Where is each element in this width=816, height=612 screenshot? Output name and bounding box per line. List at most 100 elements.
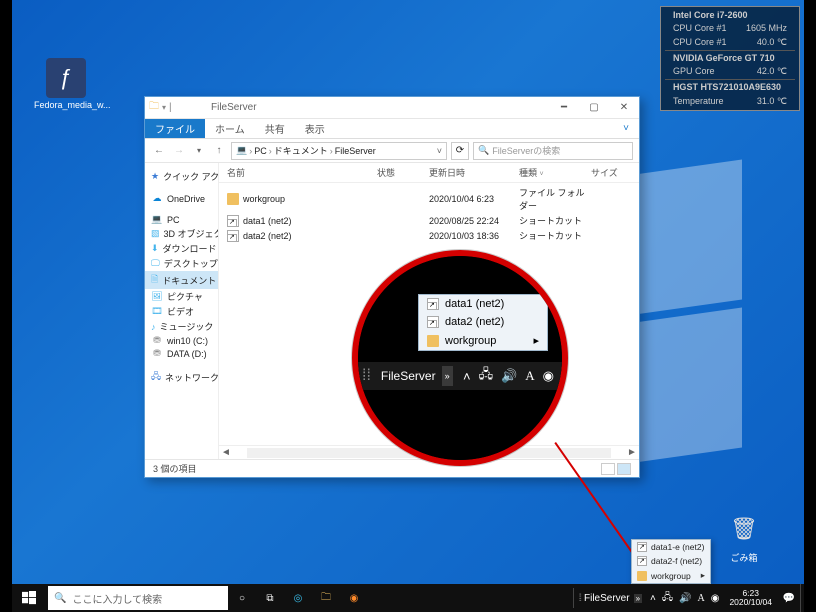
trash-icon: 🗑	[724, 509, 764, 549]
window-title: FileServer	[205, 102, 549, 113]
nav-drive-c[interactable]: ⛃win10 (C:)	[145, 334, 218, 347]
folder-icon: 🗀	[149, 99, 159, 116]
tab-view[interactable]: 表示	[295, 119, 335, 138]
ime-mode-icon[interactable]: ◉	[711, 593, 720, 604]
shortcut-icon	[427, 298, 439, 310]
search-icon: 🔍	[478, 145, 489, 156]
breadcrumb[interactable]: 💻 › PC› ドキュメント› FileServer ˅	[231, 142, 447, 160]
nav-drive-d[interactable]: ⛃DATA (D:)	[145, 347, 218, 360]
nav-network[interactable]: 🖧 ネットワーク	[145, 368, 218, 386]
taskbar-app-edge[interactable]: ◎	[284, 584, 312, 612]
view-icons-button[interactable]	[617, 463, 631, 475]
pc-icon: 💻	[151, 214, 163, 225]
zoom-taskbar-area: ⁞⁞ FileServer » ˄ 🖧 🔊 A ◉	[358, 362, 562, 390]
pc-icon: 💻	[236, 145, 247, 156]
nav-pane: ★ クイック アクセス ☁ OneDrive 💻 PC ▧3D オブジェクト ⬇…	[145, 163, 219, 459]
qat-dropdown-icon[interactable]: ▾	[162, 103, 166, 112]
nav-3d-objects[interactable]: ▧3D オブジェクト	[145, 226, 218, 241]
volume-icon[interactable]: 🔊	[679, 593, 691, 604]
table-row[interactable]: workgroup 2020/10/04 6:23 ファイル フォルダー	[219, 185, 639, 213]
cortana-button[interactable]: ○	[228, 584, 256, 612]
column-headers[interactable]: 名前 状態 更新日時 種類 ˅ サイズ	[219, 163, 639, 183]
toolbar-expand-icon[interactable]: »	[634, 594, 642, 603]
nav-pictures[interactable]: 🖼ピクチャ	[145, 289, 218, 304]
minimize-button[interactable]: ━	[549, 97, 579, 119]
tray-expand-icon[interactable]: ˄	[463, 369, 471, 384]
desktop-icon-trash[interactable]: 🗑 ごみ箱	[712, 509, 776, 564]
shortcut-icon	[427, 316, 439, 328]
refresh-button[interactable]: ⟳	[451, 142, 469, 160]
nav-quick-access[interactable]: ★ クイック アクセス	[145, 169, 218, 184]
maximize-button[interactable]: ▢	[579, 97, 609, 119]
tab-file[interactable]: ファイル	[145, 119, 205, 138]
nav-documents[interactable]: 🗎ドキュメント	[145, 271, 218, 289]
zoom-jumplist: data1 (net2) data2 (net2) workgroup▸	[418, 294, 548, 351]
taskbar: 🔍 ここに入力して検索 ○ ⧉ ◎ 🗀 ◉ ⁞⁞ FileServer » ˄ …	[12, 584, 804, 612]
taskbar-app-explorer[interactable]: 🗀	[312, 584, 340, 612]
address-bar-row: ← → ▾ ↑ 💻 › PC› ドキュメント› FileServer ˅ ⟳ 🔍…	[145, 139, 639, 163]
zoom-item-data2[interactable]: data2 (net2)	[419, 313, 547, 331]
hw-monitor-overlay: Intel Core i7-2600 CPU Core #11605 MHz C…	[660, 6, 800, 111]
nav-back-button[interactable]: ←	[151, 143, 167, 159]
toolbar-grip[interactable]: ⁞⁞	[358, 367, 375, 385]
nav-recent-icon[interactable]: ▾	[191, 143, 207, 159]
volume-icon[interactable]: 🔊	[501, 368, 517, 384]
nav-up-button[interactable]: ↑	[211, 143, 227, 159]
zoom-item-workgroup[interactable]: workgroup▸	[419, 331, 547, 350]
search-icon: 🔍	[54, 593, 66, 604]
tray-expand-icon[interactable]: ˄	[650, 593, 656, 604]
desktop[interactable]: Intel Core i7-2600 CPU Core #11605 MHz C…	[12, 0, 804, 612]
star-icon: ★	[151, 171, 159, 182]
nav-music[interactable]: ♪ミュージック	[145, 319, 218, 334]
folder-icon	[637, 571, 647, 581]
view-details-button[interactable]	[601, 463, 615, 475]
toolbar-expand-icon[interactable]: »	[442, 366, 453, 386]
table-row[interactable]: data2 (net2) 2020/10/03 18:36 ショートカット	[219, 228, 639, 243]
table-row[interactable]: data1 (net2) 2020/08/25 22:24 ショートカット	[219, 213, 639, 228]
submenu-arrow-icon: ▸	[701, 570, 705, 581]
network-icon: 🖧	[151, 369, 161, 385]
search-input[interactable]: 🔍 FileServerの検索	[473, 142, 633, 160]
task-view-button[interactable]: ⧉	[256, 584, 284, 612]
close-button[interactable]: ✕	[609, 97, 639, 119]
titlebar[interactable]: 🗀 ▾ | FileServer ━ ▢ ✕	[145, 97, 639, 119]
network-icon[interactable]: 🖧	[662, 590, 673, 607]
zoom-item-data1[interactable]: data1 (net2)	[419, 295, 547, 313]
tab-share[interactable]: 共有	[255, 119, 295, 138]
nav-forward-button[interactable]: →	[171, 143, 187, 159]
action-center-button[interactable]: 💬	[778, 584, 800, 612]
start-button[interactable]	[12, 584, 46, 612]
jumplist-item[interactable]: data2-f (net2)	[632, 554, 710, 568]
taskbar-search-input[interactable]: 🔍 ここに入力して検索	[48, 586, 228, 610]
jumplist-item[interactable]: workgroup ▸	[632, 568, 710, 583]
taskbar-toolbar[interactable]: ⁞⁞ FileServer »	[573, 588, 646, 608]
nav-downloads[interactable]: ⬇ダウンロード	[145, 241, 218, 256]
toolbar-grip[interactable]: ⁞⁞	[578, 593, 580, 604]
nav-desktop[interactable]: 🖵デスクトップ	[145, 256, 218, 271]
ribbon-expand-icon[interactable]: ˅	[613, 119, 639, 138]
shortcut-icon	[637, 556, 647, 566]
status-bar: 3 個の項目	[145, 459, 639, 477]
ime-mode-icon[interactable]: ◉	[543, 368, 554, 384]
submenu-arrow-icon: ▸	[533, 334, 539, 347]
network-icon[interactable]: 🖧	[479, 365, 494, 387]
jumplist-item[interactable]: data1-e (net2)	[632, 540, 710, 554]
tab-home[interactable]: ホーム	[205, 119, 255, 138]
toolbar-label[interactable]: FileServer	[375, 369, 442, 383]
nav-onedrive[interactable]: ☁ OneDrive	[145, 192, 218, 205]
system-tray: ˄ 🖧 🔊 A ◉	[646, 590, 723, 607]
desktop-icon-fedora[interactable]: ƒ Fedora_media_w...	[34, 58, 98, 110]
show-desktop-button[interactable]	[800, 584, 804, 612]
breadcrumb-dropdown-icon[interactable]: ˅	[437, 146, 442, 156]
taskbar-clock[interactable]: 6:232020/10/04	[723, 589, 778, 608]
nav-videos[interactable]: 🎞ビデオ	[145, 304, 218, 319]
shortcut-icon	[227, 230, 239, 242]
shortcut-icon	[227, 215, 239, 227]
taskbar-jumplist: data1-e (net2) data2-f (net2) workgroup …	[631, 539, 711, 584]
ime-icon[interactable]: A	[697, 593, 704, 604]
nav-pc[interactable]: 💻 PC	[145, 213, 218, 226]
taskbar-app-firefox[interactable]: ◉	[340, 584, 368, 612]
toolbar-label[interactable]: FileServer	[584, 593, 630, 604]
ime-icon[interactable]: A	[525, 368, 534, 384]
ribbon-tabs: ファイル ホーム 共有 表示 ˅	[145, 119, 639, 139]
